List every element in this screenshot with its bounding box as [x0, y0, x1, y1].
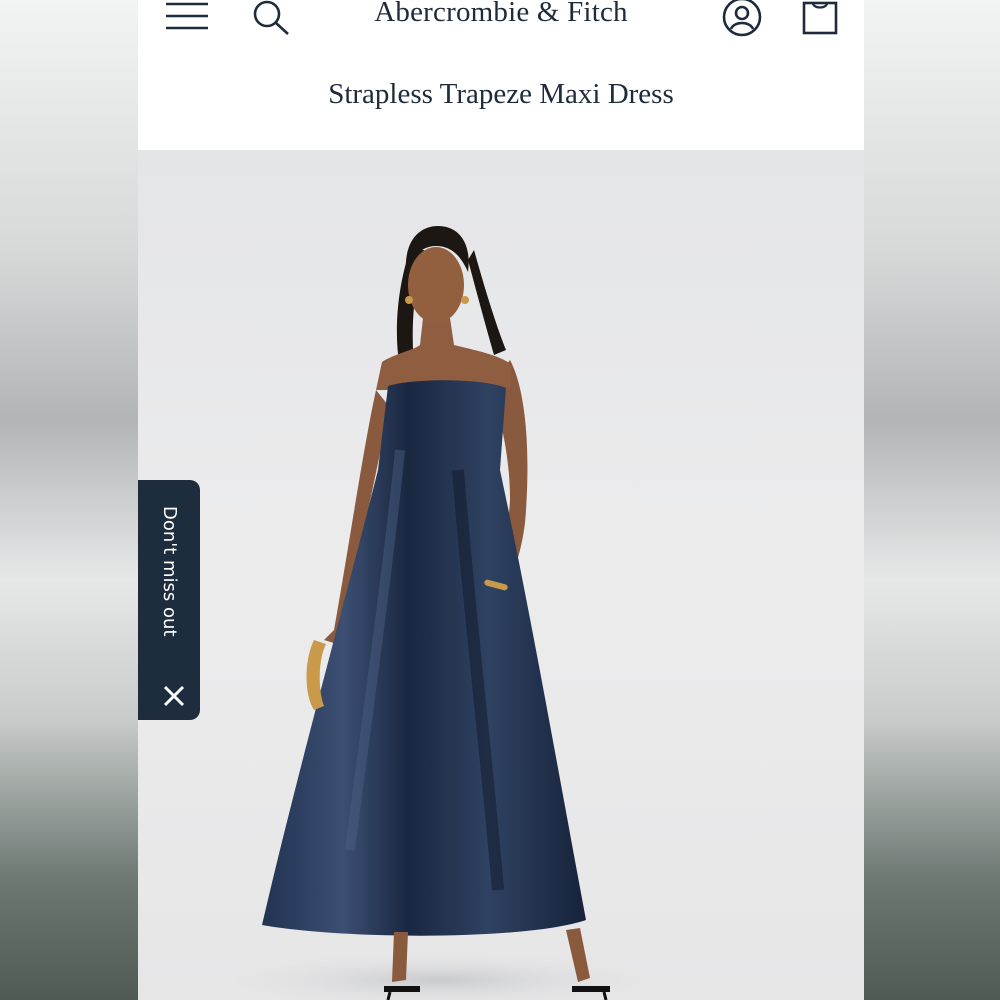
hamburger-menu-icon[interactable] [164, 0, 210, 34]
promo-tab-label[interactable]: Don't miss out [158, 506, 180, 666]
close-icon[interactable] [162, 684, 186, 708]
mobile-page: Abercrombie & Fitch Strapless Trapeze Ma… [138, 0, 864, 1000]
site-header: Abercrombie & Fitch Strapless Trapeze Ma… [138, 0, 864, 150]
product-title: Strapless Trapeze Maxi Dress [328, 78, 674, 110]
brand-logo[interactable]: Abercrombie & Fitch [328, 0, 674, 29]
background-blur-right [864, 0, 1000, 1000]
dont-miss-out-tab[interactable]: Don't miss out [138, 480, 200, 720]
shopping-bag-icon[interactable] [800, 0, 840, 36]
search-icon[interactable] [250, 0, 292, 36]
model-in-dress-illustration [198, 226, 678, 1000]
background-blur-left [0, 0, 138, 1000]
product-image [138, 150, 864, 1000]
user-account-icon[interactable] [720, 0, 764, 38]
